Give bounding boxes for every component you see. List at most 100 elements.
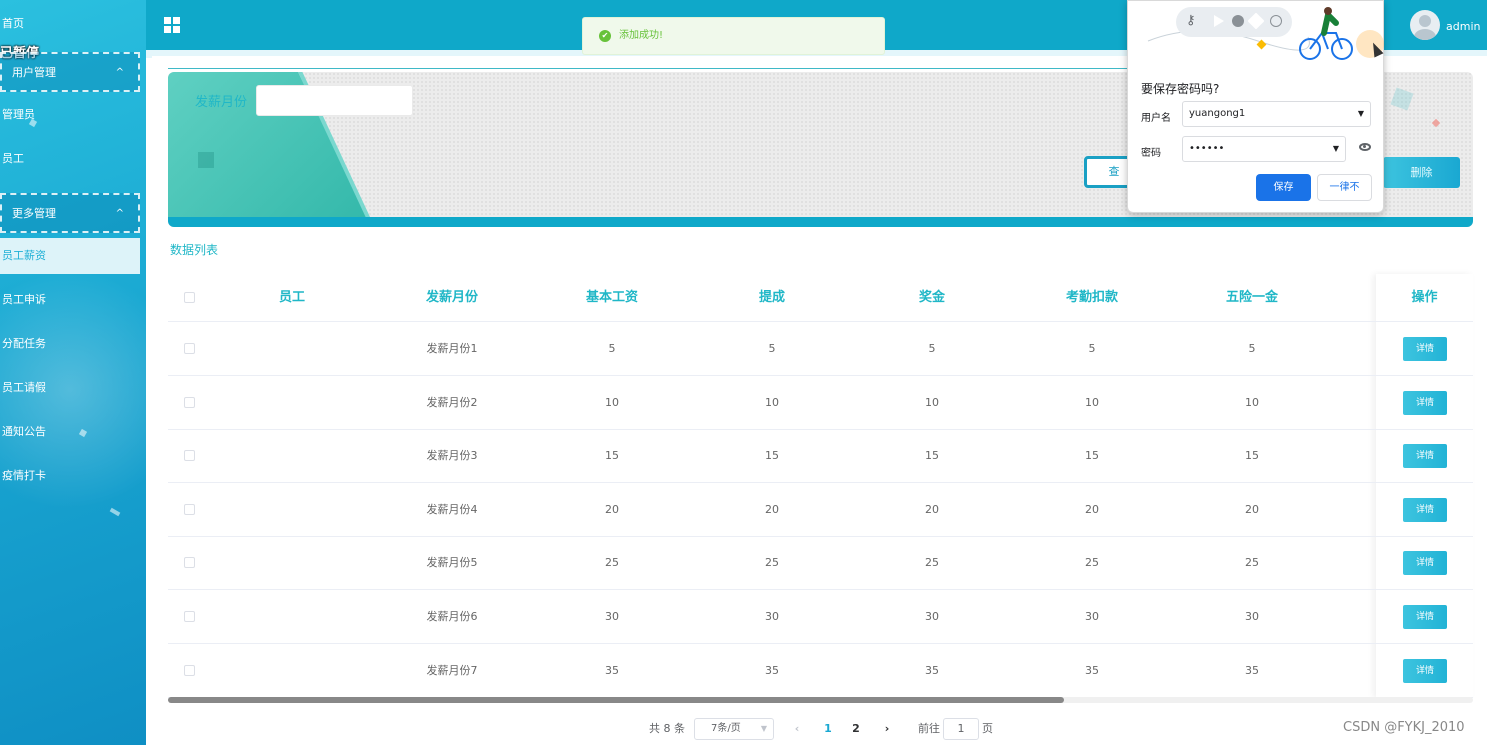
- cell-month: 发薪月份6: [426, 610, 478, 623]
- next-page-button[interactable]: ›: [877, 716, 897, 742]
- page-size-select[interactable]: 7条/页 ▼: [694, 718, 774, 740]
- cell-base: 10: [605, 395, 619, 409]
- cell-insurance: 30: [1245, 610, 1259, 623]
- sidebar-item-notice[interactable]: 通知公告: [0, 416, 146, 448]
- delete-button[interactable]: 删除: [1383, 157, 1460, 188]
- username-select[interactable]: yuangong1 ▼: [1182, 101, 1371, 127]
- row-checkbox[interactable]: [184, 450, 195, 462]
- row-checkbox[interactable]: [184, 611, 195, 622]
- detail-button[interactable]: 详情: [1403, 658, 1447, 683]
- menu-grid-icon[interactable]: [164, 17, 180, 33]
- select-all-checkbox[interactable]: [184, 292, 195, 303]
- sidebar-group-more-management[interactable]: 更多管理 ^: [0, 193, 140, 233]
- username-label: 用户名: [1141, 113, 1171, 124]
- cell-commission: 15: [765, 449, 779, 463]
- column-header-commission[interactable]: 提成: [692, 274, 852, 322]
- sidebar-item-epidemic-checkin[interactable]: 疫情打卡: [0, 460, 146, 492]
- scrollbar-thumb[interactable]: [168, 697, 1064, 703]
- detail-button[interactable]: 详情: [1403, 390, 1447, 415]
- column-header-base-salary[interactable]: 基本工资: [532, 274, 692, 322]
- search-month-input[interactable]: [256, 85, 413, 116]
- save-password-button[interactable]: 保存: [1256, 174, 1311, 201]
- table-header: 员工 发薪月份 基本工资 提成 奖金 考勤扣款 五险一金 操作: [168, 274, 1473, 322]
- horizontal-scrollbar[interactable]: [168, 697, 1473, 703]
- decorative-shape: [1431, 118, 1441, 128]
- detail-button[interactable]: 详情: [1403, 444, 1447, 469]
- cell-month: 发薪月份4: [426, 502, 478, 516]
- column-header-actions: 操作: [1411, 290, 1438, 305]
- password-illustration: ⚷: [1128, 1, 1385, 65]
- cell-month: 发薪月份3: [426, 449, 478, 463]
- never-save-button[interactable]: 一律不: [1317, 174, 1372, 201]
- avatar[interactable]: [1410, 10, 1440, 40]
- eye-icon[interactable]: [1359, 143, 1371, 151]
- save-password-popup: ⚷ 要保存密码吗? 用户名 yuangong1 ▼ 密码 •••••• ▼ 保存…: [1127, 0, 1384, 213]
- success-toast: ✔ 添加成功!: [582, 17, 885, 55]
- sidebar-item-employee-leave[interactable]: 员工请假: [0, 372, 146, 404]
- detail-button[interactable]: 详情: [1403, 337, 1447, 361]
- table-row: 发薪月份3 15 15 15 15 15 详情: [168, 429, 1473, 484]
- sidebar-item-label: 员工: [2, 152, 24, 165]
- sidebar-item-home[interactable]: 首页: [0, 8, 146, 40]
- sidebar-group-label: 用户管理: [12, 66, 56, 79]
- prev-page-button[interactable]: ‹: [787, 716, 807, 742]
- goto-page-input[interactable]: 1: [943, 718, 979, 740]
- cell-insurance: 15: [1245, 449, 1259, 463]
- cell-commission: 20: [765, 502, 779, 516]
- username-value: yuangong1: [1189, 108, 1246, 119]
- cell-base: 20: [605, 502, 619, 516]
- cell-commission: 30: [765, 610, 779, 623]
- row-checkbox[interactable]: [184, 557, 195, 569]
- cell-deduction: 20: [1085, 502, 1099, 516]
- row-checkbox[interactable]: [184, 396, 195, 408]
- detail-button[interactable]: 详情: [1403, 551, 1447, 576]
- cell-deduction: 30: [1085, 610, 1099, 623]
- sidebar-item-assign-task[interactable]: 分配任务: [0, 328, 146, 360]
- cell-deduction: 15: [1085, 449, 1099, 463]
- search-month-label: 发薪月份: [195, 95, 248, 110]
- sidebar-item-label: 首页: [2, 17, 24, 30]
- column-header-employee[interactable]: 员工: [212, 274, 372, 322]
- sidebar-item-employee-salary[interactable]: 员工薪资: [0, 238, 140, 274]
- column-header-bonus[interactable]: 奖金: [852, 274, 1012, 322]
- detail-button[interactable]: 详情: [1403, 497, 1447, 522]
- sidebar-item-admin[interactable]: 管理员: [0, 99, 146, 131]
- cell-commission: 5: [768, 342, 776, 355]
- cell-base: 25: [605, 556, 619, 570]
- column-header-month[interactable]: 发薪月份: [372, 274, 532, 322]
- cell-employee: [212, 536, 372, 590]
- cell-month: 发薪月份7: [426, 663, 478, 677]
- decorative-shape: [1390, 87, 1414, 111]
- table-row: 发薪月份6 30 30 30 30 30 详情: [168, 590, 1473, 644]
- column-header-insurance[interactable]: 五险一金: [1172, 274, 1332, 322]
- sidebar-item-employee[interactable]: 员工: [0, 143, 146, 175]
- detail-button[interactable]: 详情: [1403, 605, 1447, 629]
- password-select[interactable]: •••••• ▼: [1182, 136, 1346, 162]
- pagination-total: 共 8 条: [649, 722, 685, 735]
- cell-bonus: 30: [925, 610, 939, 623]
- row-checkbox[interactable]: [184, 343, 195, 354]
- password-value: ••••••: [1189, 143, 1225, 154]
- row-checkbox[interactable]: [184, 664, 195, 676]
- sidebar-group-user-management[interactable]: 用户管理 ^: [0, 52, 140, 92]
- goto-suffix: 页: [982, 722, 993, 735]
- page-button-1[interactable]: 1: [818, 716, 838, 742]
- password-label: 密码: [1141, 148, 1161, 159]
- cell-bonus: 25: [925, 556, 939, 570]
- column-header-attendance-deduction[interactable]: 考勤扣款: [1012, 274, 1172, 322]
- cell-base: 30: [605, 610, 619, 623]
- cell-base: 35: [605, 663, 619, 677]
- sidebar-item-label: 员工薪资: [2, 249, 46, 262]
- cell-employee: [212, 429, 372, 483]
- chevron-up-icon: ^: [115, 208, 124, 219]
- cell-commission: 35: [765, 663, 779, 677]
- page-button-2[interactable]: 2: [846, 716, 866, 742]
- key-icon: ⚷: [1186, 13, 1196, 28]
- sidebar-item-employee-appeal[interactable]: 员工申诉: [0, 284, 146, 316]
- cell-month: 发薪月份5: [426, 556, 478, 570]
- cell-month: 发薪月份1: [426, 342, 478, 355]
- row-checkbox[interactable]: [184, 503, 195, 515]
- cell-insurance: 10: [1245, 395, 1259, 409]
- username[interactable]: admin: [1446, 20, 1480, 33]
- cell-insurance: 5: [1248, 342, 1256, 355]
